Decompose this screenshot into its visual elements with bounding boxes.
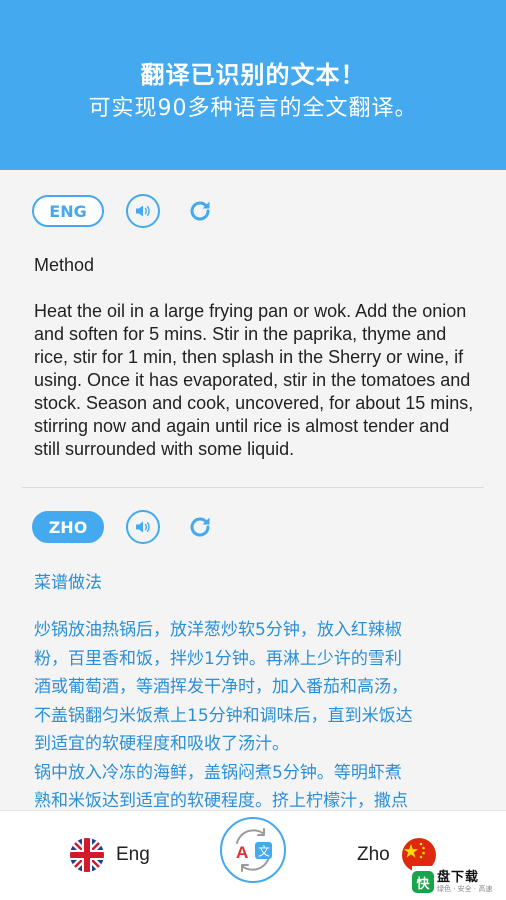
target-body-text: 炒锅放油热锅后，放洋葱炒软5分钟，放入红辣椒 粉，百里香和饭，拌炒1分钟。再淋上…	[34, 616, 474, 810]
app-header: 翻译已识别的文本！ 可实现90多种语言的全文翻译。	[0, 0, 506, 170]
target-language-button[interactable]: ZHO	[32, 511, 104, 543]
watermark-logo: 快 盘下载 绿色 · 安全 · 高速	[412, 866, 504, 898]
speaker-icon	[136, 205, 150, 217]
target-line: 炒锅放油热锅后，放洋葱炒软5分钟，放入红辣椒	[34, 620, 402, 640]
speaker-icon	[136, 521, 150, 533]
translate-swap-icon: A 文	[236, 828, 272, 872]
source-text-panel: ENG Method Heat the oil in a large fryin…	[0, 170, 506, 488]
refresh-icon	[190, 201, 210, 221]
refresh-icon	[190, 517, 210, 537]
target-text-panel: ZHO 菜谱做法 炒锅放油热锅后，放洋葱炒软5分钟，放入红辣椒 粉，百里香和饭，…	[0, 488, 506, 810]
target-line: 熟和米饭达到适宜的软硬程度。挤上柠檬汁，撒点	[34, 791, 408, 810]
source-refresh-button[interactable]	[185, 196, 215, 226]
svg-text:A: A	[236, 843, 248, 862]
watermark-badge: 快	[412, 871, 434, 893]
source-speak-button[interactable]	[126, 194, 160, 228]
watermark-name: 盘下载	[437, 869, 480, 885]
swap-languages-button[interactable]: A 文	[220, 817, 286, 883]
target-speak-button[interactable]	[126, 510, 160, 544]
source-language-button[interactable]: ENG	[32, 195, 104, 227]
target-line: 到适宜的软硬程度和吸收了汤汁。	[34, 734, 289, 754]
header-title: 翻译已识别的文本！	[140, 61, 366, 89]
header-subtitle: 可实现90多种语言的全文翻译。	[88, 96, 418, 121]
watermark-tagline: 绿色 · 安全 · 高速	[437, 884, 493, 893]
uk-flag-icon[interactable]	[70, 838, 104, 872]
source-body-text: Heat the oil in a large frying pan or wo…	[34, 301, 474, 459]
target-line: 酒或葡萄酒，等酒挥发干净时，加入番茄和高汤，	[34, 677, 408, 697]
target-line: 粉，百里香和饭，拌炒1分钟。再淋上少许的雪利	[34, 648, 402, 669]
target-heading: 菜谱做法	[34, 573, 102, 593]
target-line: 不盖锅翻匀米饭煮上15分钟和调味后，直到米饭达	[34, 705, 413, 726]
target-refresh-button[interactable]	[185, 512, 215, 542]
source-heading: Method	[34, 255, 95, 275]
source-language-label[interactable]: Eng	[116, 844, 150, 866]
target-line: 锅中放入冷冻的海鲜，盖锅闷煮5分钟。等明虾煮	[34, 762, 402, 783]
svg-text:文: 文	[258, 844, 270, 859]
target-language-label[interactable]: Zho	[357, 844, 390, 866]
